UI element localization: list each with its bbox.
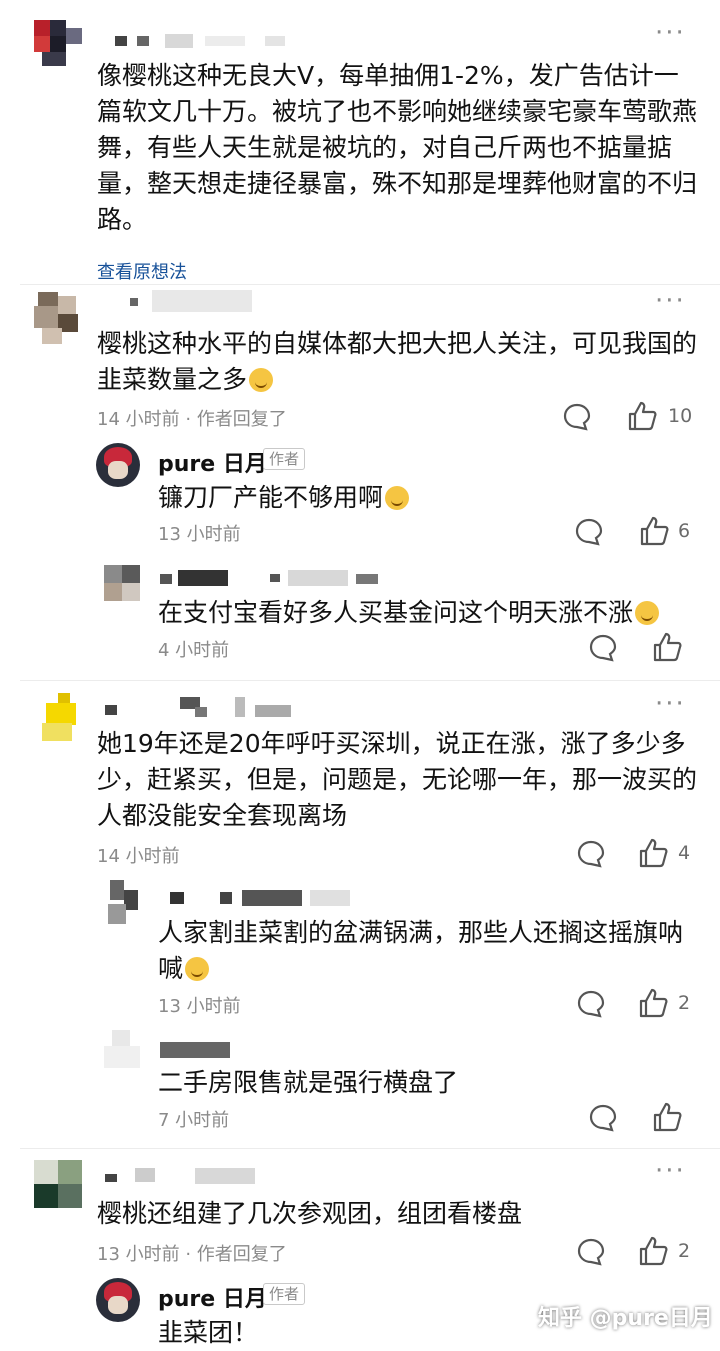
comment-text-content: 樱桃这种水平的自媒体都大把大把人关注，可见我国的韭菜数量之多 [97, 329, 698, 394]
reply-text: 人家割韭菜割的盆满锅满，那些人还搁这摇旗呐喊 [158, 915, 698, 987]
divider [20, 680, 720, 681]
grin-emoji-icon [385, 486, 410, 510]
like-icon[interactable] [651, 631, 683, 663]
username-blurred[interactable] [170, 890, 350, 906]
reply-meta: 13 小时前 [158, 996, 241, 1017]
comment-meta: 13 小时前 · 作者回复了 [97, 1244, 287, 1265]
comment-text: 樱桃还组建了几次参观团，组团看楼盘 [97, 1199, 523, 1228]
reply-text-content: 镰刀厂产能不够用啊 [158, 483, 384, 512]
reply-icon[interactable] [588, 1103, 618, 1133]
watermark: 知乎 @pure日月 [538, 1306, 713, 1331]
reply-text: 在支付宝看好多人买基金问这个明天涨不涨 [158, 595, 660, 631]
divider [20, 1148, 720, 1149]
reply-text-content: 在支付宝看好多人买基金问这个明天涨不涨 [158, 598, 634, 627]
reply-icon[interactable] [576, 989, 606, 1019]
like-icon[interactable] [626, 400, 658, 432]
avatar[interactable] [34, 292, 82, 348]
reply-icon[interactable] [576, 1237, 606, 1267]
comment-meta: 14 小时前 [97, 846, 180, 867]
more-icon[interactable]: ··· [655, 689, 686, 719]
username-blurred[interactable] [105, 697, 305, 719]
like-icon[interactable] [637, 1235, 669, 1267]
like-icon[interactable] [637, 837, 669, 869]
like-icon[interactable] [638, 515, 670, 547]
view-thoughts-link[interactable]: 查看原想法 [97, 258, 187, 284]
author-badge: 作者 [263, 1283, 306, 1305]
reply-meta: 4 小时前 [158, 640, 230, 661]
drool-emoji-icon [185, 957, 210, 981]
avatar[interactable] [104, 880, 140, 926]
avatar[interactable] [96, 1278, 140, 1322]
avatar[interactable] [34, 20, 82, 68]
more-icon[interactable]: ··· [655, 286, 686, 316]
username-blurred[interactable] [115, 34, 295, 48]
reply-icon[interactable] [562, 402, 592, 432]
reply-meta: 13 小时前 [158, 524, 241, 545]
comment-meta: 14 小时前 · 作者回复了 [97, 409, 287, 430]
reply-icon[interactable] [574, 517, 604, 547]
username-blurred[interactable] [105, 1168, 265, 1184]
like-icon[interactable] [637, 987, 669, 1019]
like-count: 2 [678, 992, 691, 1014]
like-icon[interactable] [651, 1101, 683, 1133]
reply-text: 镰刀厂产能不够用啊 [158, 480, 410, 516]
avatar[interactable] [96, 443, 140, 487]
like-count: 6 [678, 520, 691, 542]
author-name[interactable]: pure 日月 [158, 446, 267, 478]
reply-icon[interactable] [588, 633, 618, 663]
username-blurred[interactable] [160, 1042, 240, 1058]
reply-meta: 7 小时前 [158, 1110, 230, 1131]
avatar[interactable] [38, 693, 82, 743]
laugh-cry-emoji-icon [635, 601, 660, 625]
comment-text: 像樱桃这种无良大V，每单抽佣1-2%，发广告估计一篇软文几十万。被坑了也不影响她… [97, 61, 698, 234]
laugh-cry-emoji-icon [249, 368, 274, 392]
reply-text: 二手房限售就是强行横盘了 [158, 1068, 459, 1097]
like-count: 4 [678, 842, 691, 864]
avatar[interactable] [34, 1160, 82, 1208]
username-blurred[interactable] [160, 570, 380, 586]
avatar[interactable] [104, 565, 140, 601]
comment-text: 她19年还是20年呼吁买深圳，说正在涨，涨了多少多少，赶紧买，但是，问题是，无论… [97, 729, 698, 830]
username-blurred[interactable] [130, 290, 260, 312]
like-count: 10 [668, 405, 693, 427]
like-count: 2 [678, 1240, 691, 1262]
reply-icon[interactable] [576, 839, 606, 869]
divider [20, 284, 720, 285]
reply-text-content: 人家割韭菜割的盆满锅满，那些人还搁这摇旗呐喊 [158, 918, 684, 983]
more-icon[interactable]: ··· [655, 1156, 686, 1186]
more-icon[interactable]: ··· [655, 18, 686, 48]
comment-text: 樱桃这种水平的自媒体都大把大把人关注，可见我国的韭菜数量之多 [97, 326, 697, 398]
author-badge: 作者 [263, 448, 306, 470]
author-name[interactable]: pure 日月 [158, 1281, 267, 1313]
avatar[interactable] [104, 1030, 140, 1070]
